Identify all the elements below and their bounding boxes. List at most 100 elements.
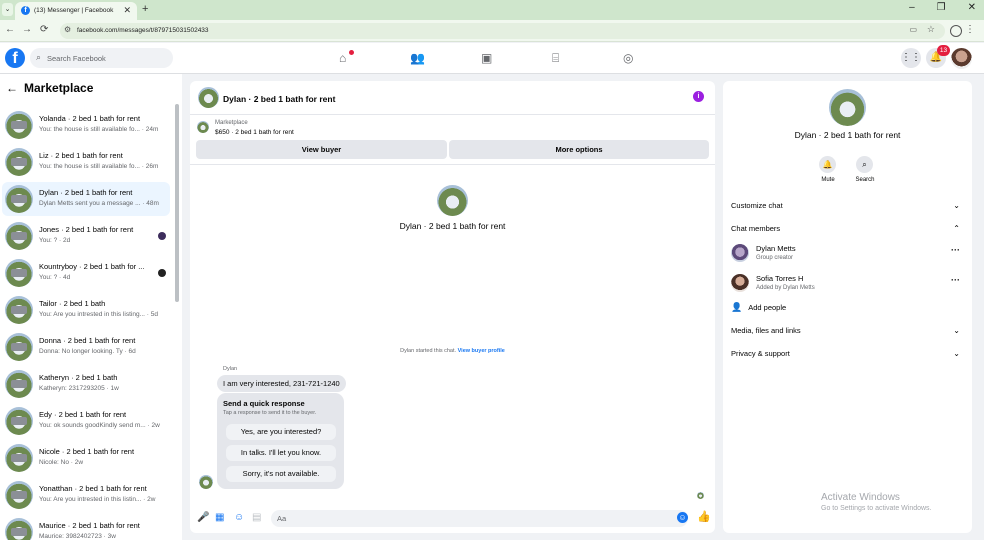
conversation-preview: Nicole: No · 2w [39, 459, 84, 466]
watermark-title: Activate Windows [821, 492, 900, 503]
more-options-icon[interactable]: ··· [951, 245, 960, 255]
message-sender: Dylan [223, 366, 238, 372]
chevron-down-icon: ⌄ [953, 349, 960, 358]
info-icon[interactable]: i [693, 91, 704, 102]
member-row[interactable]: Dylan Metts Group creator ··· [731, 242, 964, 264]
add-people-button[interactable]: 👤 Add people [731, 302, 786, 313]
forward-button[interactable]: → [22, 24, 32, 35]
conversation-item[interactable]: Tailor · 2 bed 1 bath You: Are you intres… [2, 293, 170, 327]
back-button[interactable]: ← [5, 24, 15, 35]
sidebar-scrollbar[interactable] [175, 104, 179, 302]
conversation-avatar [5, 481, 33, 509]
chat-center-name: Dylan · 2 bed 1 bath for rent [399, 221, 506, 231]
url-field[interactable]: ⚙ facebook.com/messages/t/87971503150243… [60, 23, 945, 39]
conversation-name: Nicole · 2 bed 1 bath for rent [39, 447, 135, 456]
conversation-item[interactable]: Yolanda · 2 bed 1 bath for rent You: the … [2, 108, 170, 142]
facebook-logo[interactable]: f [5, 48, 25, 68]
close-tab-icon[interactable]: ✕ [123, 5, 131, 16]
quick-response-option[interactable]: In talks. I'll let you know. [226, 445, 336, 461]
conversation-item[interactable]: Kountryboy · 2 bed 1 bath for ... You: ? … [2, 256, 170, 290]
gif-icon[interactable]: ▤ [252, 512, 261, 523]
conversation-item[interactable]: Liz · 2 bed 1 bath for rent You: the hous… [2, 145, 170, 179]
sidebar-title: Marketplace [24, 81, 94, 95]
panel-chat-name: Dylan · 2 bed 1 bath for rent [794, 130, 901, 140]
watermark-subtitle: Go to Settings to activate Windows. [821, 505, 932, 512]
browser-tab[interactable]: f (13) Messenger | Facebook ✕ [15, 2, 137, 20]
bookmark-star-icon[interactable]: ☆ [927, 24, 935, 35]
browser-tab-bar: ⌄ f (13) Messenger | Facebook ✕ + – ❐ ✕ [0, 0, 984, 20]
tab-title: (13) Messenger | Facebook [34, 7, 114, 14]
marketplace-icon[interactable]: ⌸ [552, 51, 559, 66]
back-arrow-icon[interactable]: ← [6, 81, 18, 95]
facebook-favicon-icon: f [21, 6, 30, 15]
conversation-name: Dylan · 2 bed 1 bath for rent [39, 188, 133, 197]
more-options-icon[interactable]: ··· [951, 275, 960, 285]
home-icon[interactable]: ⌂ [339, 51, 346, 65]
member-avatar [731, 274, 749, 292]
customize-chat-row[interactable]: Customize chat ⌄ [731, 201, 964, 215]
conversation-name: Jones · 2 bed 1 bath for rent [39, 225, 134, 234]
chat-started-notice: Dylan started this chat. View buyer prof… [190, 348, 715, 354]
conversation-item[interactable]: Edy · 2 bed 1 bath for rent You: ok sound… [2, 404, 170, 438]
chat-members-row[interactable]: Chat members ⌃ [731, 224, 964, 238]
marketplace-label: Marketplace [215, 120, 248, 126]
reload-button[interactable]: ⟳ [40, 24, 48, 35]
message-input[interactable]: Aa [271, 510, 688, 527]
install-app-icon[interactable]: ▭ [909, 25, 917, 34]
microphone-icon[interactable]: 🎤 [197, 512, 209, 523]
conversation-item[interactable]: Donna · 2 bed 1 bath for rent Donna: No l… [2, 330, 170, 364]
conversation-item[interactable]: Katheryn · 2 bed 1 bath Katheryn: 2317293… [2, 367, 170, 401]
mute-bell-icon[interactable]: 🔔 [819, 156, 836, 173]
photo-icon[interactable]: ▦ [215, 512, 224, 523]
member-row[interactable]: Sofia Torres H Added by Dylan Metts ··· [731, 272, 964, 294]
mute-label: Mute [821, 177, 835, 183]
chrome-profile-icon[interactable] [950, 25, 962, 37]
view-buyer-button[interactable]: View buyer [196, 140, 447, 159]
gaming-icon[interactable]: ◎ [623, 51, 633, 65]
minimize-button[interactable]: – [909, 2, 915, 13]
account-avatar[interactable] [951, 48, 972, 69]
chevron-down-icon: ⌄ [953, 326, 960, 335]
add-person-icon: 👤 [731, 302, 743, 312]
facebook-search-input[interactable]: ⌕ Search Facebook [30, 48, 173, 68]
quick-response-option[interactable]: Sorry, it's not available. [226, 466, 336, 482]
conversation-preview: You: the house is still available fo... … [39, 126, 159, 133]
conversation-item[interactable]: Maurice · 2 bed 1 bath for rent Maurice: … [2, 515, 170, 540]
chrome-menu-icon[interactable]: ⋮ [965, 24, 975, 35]
quick-response-option[interactable]: Yes, are you interested? [226, 424, 336, 440]
panel-avatar [829, 89, 866, 126]
conversation-item[interactable]: Jones · 2 bed 1 bath for rent You: ? · 2d [2, 219, 170, 253]
url-text: facebook.com/messages/t/879715031502433 [77, 27, 209, 34]
chat-avatar[interactable] [198, 87, 219, 108]
more-options-button[interactable]: More options [449, 140, 709, 159]
conversation-avatar [5, 444, 33, 472]
message-bubble: I am very interested, 231-721-1240 [217, 375, 346, 392]
thumbs-up-icon[interactable]: 👍 [697, 510, 711, 523]
listing-title: $650 · 2 bed 1 bath for rent [215, 129, 294, 136]
conversation-avatar [5, 259, 33, 287]
friends-icon[interactable]: 👥 [410, 51, 425, 65]
started-text: Dylan started this chat. [400, 348, 457, 354]
conversation-preview: Katheryn: 2317293205 · 1w [39, 385, 119, 392]
close-window-button[interactable]: ✕ [968, 2, 976, 13]
privacy-support-row[interactable]: Privacy & support ⌄ [731, 349, 964, 363]
conversation-item[interactable]: Yonatthan · 2 bed 1 bath for rent You: Ar… [2, 478, 170, 512]
facebook-top-nav: f ⌕ Search Facebook ⌂ 👥 ▣ ⌸ ◎ ⋮⋮ 🔔 13 [0, 43, 984, 74]
conversation-item[interactable]: Nicole · 2 bed 1 bath for rent Nicole: No… [2, 441, 170, 475]
maximize-button[interactable]: ❐ [937, 2, 946, 13]
sticker-icon[interactable]: ☺ [234, 512, 244, 523]
tab-search-icon[interactable]: ⌄ [2, 3, 13, 16]
conversation-name: Liz · 2 bed 1 bath for rent [39, 151, 123, 160]
media-files-row[interactable]: Media, files and links ⌄ [731, 326, 964, 340]
menu-grid-icon[interactable]: ⋮⋮ [901, 48, 921, 68]
search-icon[interactable]: ⌕ [856, 156, 873, 173]
chat-title[interactable]: Dylan · 2 bed 1 bath for rent [223, 94, 335, 104]
view-buyer-profile-link[interactable]: View buyer profile [458, 348, 505, 354]
conversation-item[interactable]: Dylan · 2 bed 1 bath for rent Dylan Metts… [2, 182, 170, 216]
new-tab-button[interactable]: + [142, 3, 148, 15]
watch-icon[interactable]: ▣ [481, 51, 492, 65]
emoji-icon[interactable]: ☺ [677, 512, 688, 523]
conversation-name: Tailor · 2 bed 1 bath [39, 299, 106, 308]
site-info-icon[interactable]: ⚙ [64, 25, 71, 34]
conversation-name: Katheryn · 2 bed 1 bath [39, 373, 118, 382]
